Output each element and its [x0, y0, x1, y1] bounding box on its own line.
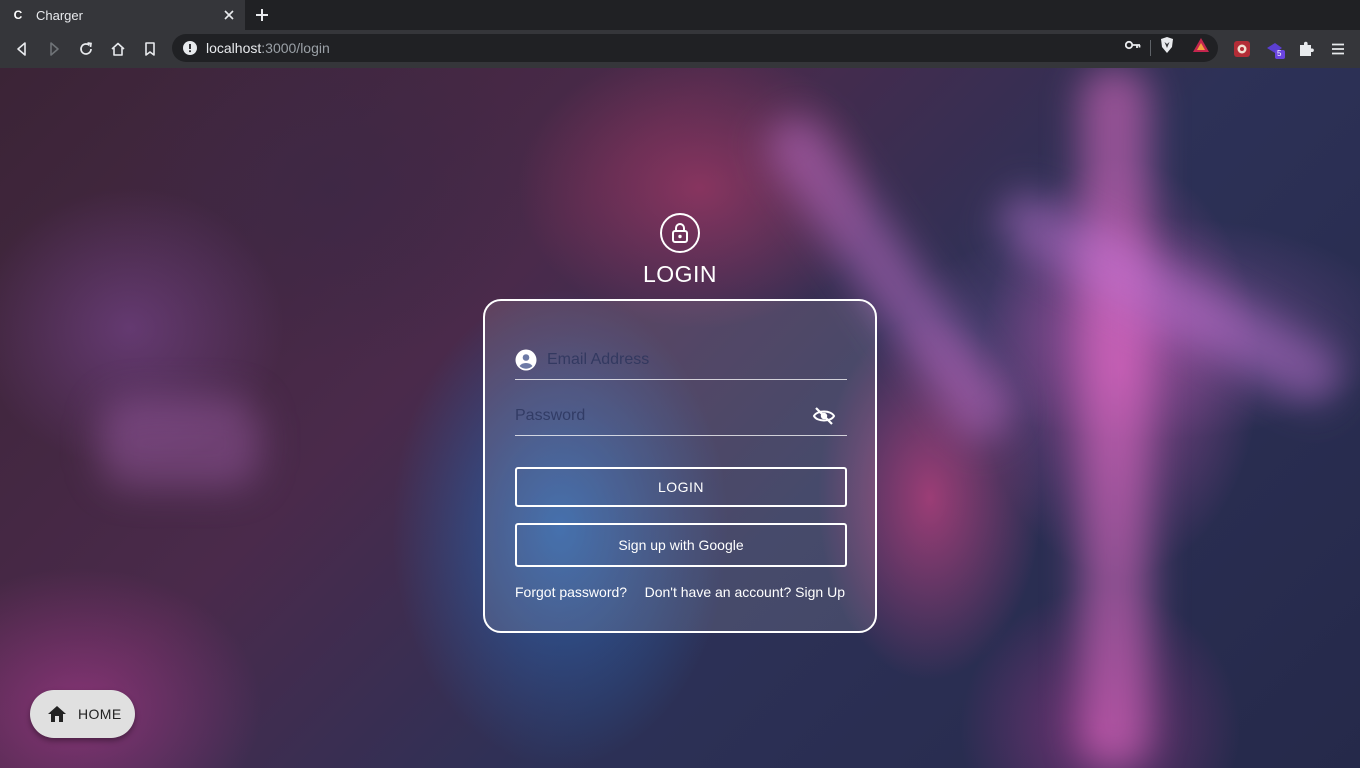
- forgot-password-link[interactable]: Forgot password?: [515, 584, 627, 600]
- password-field: [515, 396, 847, 436]
- home-icon: [46, 703, 68, 725]
- account-circle-icon: [515, 349, 537, 371]
- browser-tabstrip: C Charger: [0, 0, 1360, 30]
- forward-icon[interactable]: [42, 37, 66, 61]
- extensions-puzzle-icon[interactable]: [1296, 39, 1316, 59]
- visibility-off-icon[interactable]: [811, 403, 837, 429]
- lock-icon: [660, 213, 700, 253]
- signup-link[interactable]: Don't have an account? Sign Up: [645, 584, 845, 600]
- tab-favicon: C: [13, 8, 23, 22]
- reload-icon[interactable]: [74, 37, 98, 61]
- brave-rewards-icon[interactable]: [1192, 36, 1210, 54]
- home-browser-icon[interactable]: [106, 37, 130, 61]
- bookmark-icon[interactable]: [138, 37, 162, 61]
- background-streak: [100, 398, 260, 488]
- background-streak: [1080, 68, 1150, 768]
- close-icon[interactable]: [221, 7, 237, 23]
- home-button-label: HOME: [78, 706, 122, 722]
- browser-toolbar: localhost:3000/login 5: [0, 30, 1360, 68]
- brave-shield-icon[interactable]: [1158, 36, 1176, 54]
- email-input[interactable]: [547, 344, 847, 375]
- url-host: localhost: [206, 40, 262, 56]
- login-page: LOGIN LOGIN Sign up wi: [0, 68, 1360, 768]
- key-icon[interactable]: [1124, 36, 1142, 54]
- login-button[interactable]: LOGIN: [515, 467, 847, 507]
- google-signup-button[interactable]: Sign up with Google: [515, 523, 847, 567]
- extension-badge-icon[interactable]: 5: [1265, 39, 1285, 59]
- home-button[interactable]: HOME: [30, 690, 135, 738]
- extension-badge-count: 5: [1277, 49, 1282, 58]
- url-path: :3000/login: [261, 40, 330, 56]
- browser-tab[interactable]: C Charger: [0, 0, 245, 30]
- background-streak: [988, 182, 1352, 414]
- new-tab-button[interactable]: [250, 3, 274, 27]
- tab-title: Charger: [36, 7, 83, 23]
- address-bar[interactable]: localhost:3000/login: [172, 34, 1218, 62]
- password-input[interactable]: [515, 400, 811, 431]
- menu-icon[interactable]: [1328, 39, 1348, 59]
- site-info-icon[interactable]: [182, 40, 198, 56]
- page-title: LOGIN: [642, 261, 718, 287]
- email-field: [515, 340, 847, 380]
- login-card: LOGIN Sign up with Google Forgot passwor…: [483, 299, 877, 633]
- back-icon[interactable]: [10, 37, 34, 61]
- extension-icon[interactable]: [1232, 39, 1252, 59]
- divider: [1150, 40, 1151, 56]
